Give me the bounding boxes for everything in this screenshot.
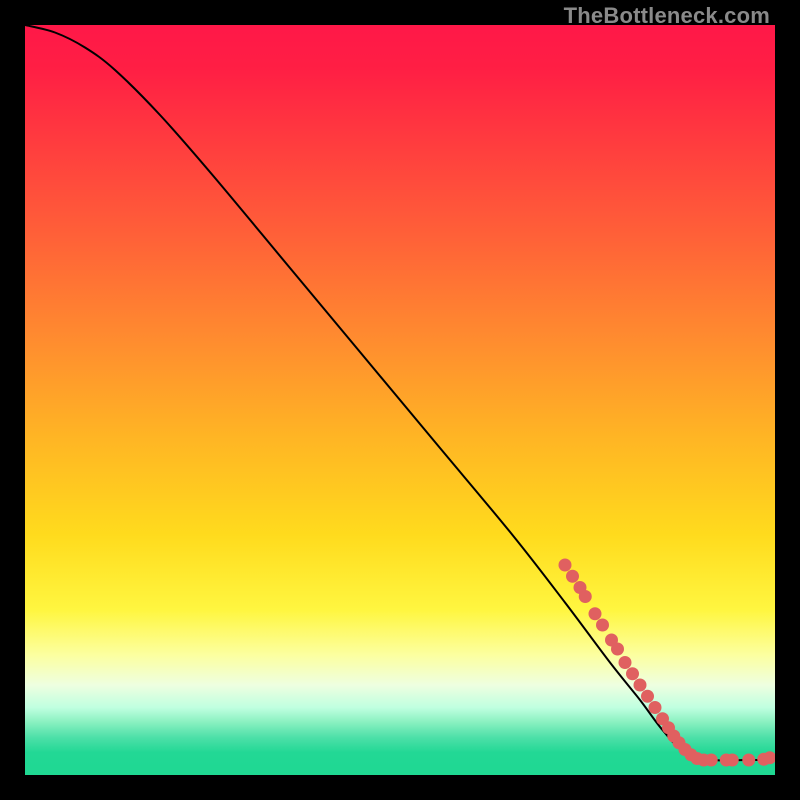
highlight-dot bbox=[596, 619, 609, 632]
bottleneck-curve bbox=[25, 25, 775, 761]
highlight-dot bbox=[649, 701, 662, 714]
highlight-dot bbox=[641, 690, 654, 703]
highlight-dot bbox=[634, 679, 647, 692]
curve-overlay bbox=[25, 25, 775, 775]
chart-stage: TheBottleneck.com bbox=[0, 0, 800, 800]
highlight-dot bbox=[579, 590, 592, 603]
highlight-dot bbox=[589, 607, 602, 620]
highlight-dot bbox=[626, 667, 639, 680]
highlight-dot bbox=[705, 754, 718, 767]
highlight-dot bbox=[559, 559, 572, 572]
highlight-dot bbox=[742, 754, 755, 767]
highlight-dot bbox=[566, 570, 579, 583]
highlight-dot bbox=[611, 643, 624, 656]
highlight-dot bbox=[726, 754, 739, 767]
highlight-dot bbox=[619, 656, 632, 669]
